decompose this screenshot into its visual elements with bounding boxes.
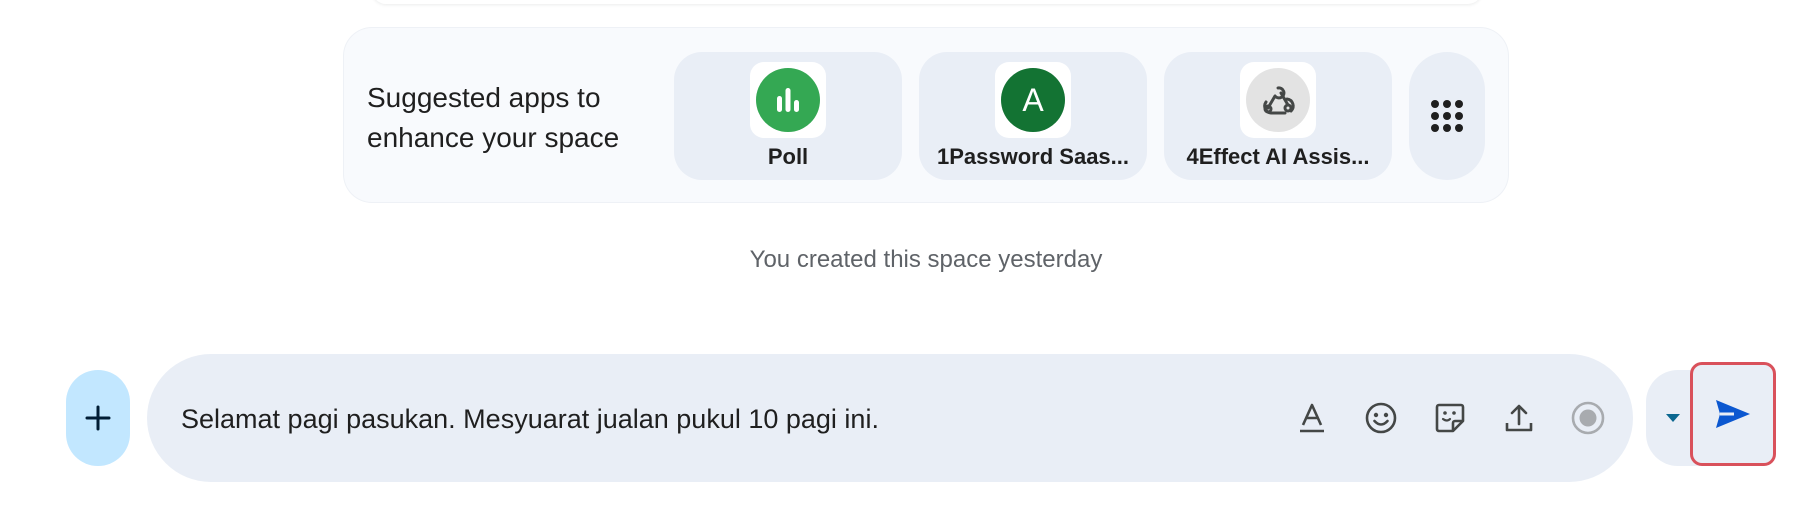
suggested-apps-heading: Suggested apps to enhance your space	[367, 82, 620, 153]
avatar-letter-icon: A	[1001, 68, 1065, 132]
app-grid-icon	[1431, 100, 1463, 132]
poll-chart-icon	[756, 68, 820, 132]
webhook-icon	[1246, 68, 1310, 132]
chat-space-view: Suggested apps to enhance your space Pol…	[0, 0, 1800, 520]
record-button[interactable]	[1566, 396, 1610, 440]
poll-app-icon-wrap	[750, 62, 826, 138]
app-card-poll[interactable]: Poll	[674, 52, 902, 180]
app-name: 1Password Saas...	[937, 144, 1129, 169]
add-attachment-button[interactable]	[66, 370, 130, 466]
more-apps-button[interactable]	[1409, 52, 1485, 180]
emoji-icon	[1365, 402, 1397, 434]
4effect-app-icon-wrap	[1240, 62, 1316, 138]
plus-icon	[85, 405, 111, 431]
send-icon	[1716, 400, 1750, 428]
app-card-1password[interactable]: A 1Password Saas...	[919, 52, 1147, 180]
record-icon	[1571, 401, 1605, 435]
app-name: 4Effect AI Assis...	[1186, 144, 1370, 169]
format-text-button[interactable]	[1290, 396, 1334, 440]
previous-message-card	[372, 0, 1482, 4]
space-created-note: You created this space yesterday	[749, 246, 1103, 273]
sticker-button[interactable]	[1428, 396, 1472, 440]
1password-app-icon-wrap: A	[995, 62, 1071, 138]
upload-button[interactable]	[1497, 396, 1541, 440]
app-card-4effect[interactable]: 4Effect AI Assis...	[1164, 52, 1392, 180]
caret-down-icon	[1666, 414, 1680, 422]
upload-icon	[1505, 404, 1533, 432]
message-input[interactable]	[179, 398, 1263, 440]
send-button[interactable]	[1690, 362, 1776, 466]
app-name: Poll	[767, 144, 809, 169]
emoji-button[interactable]	[1359, 396, 1403, 440]
send-options-button[interactable]	[1656, 396, 1690, 440]
format-text-icon	[1300, 403, 1324, 433]
sticker-icon	[1435, 403, 1465, 433]
